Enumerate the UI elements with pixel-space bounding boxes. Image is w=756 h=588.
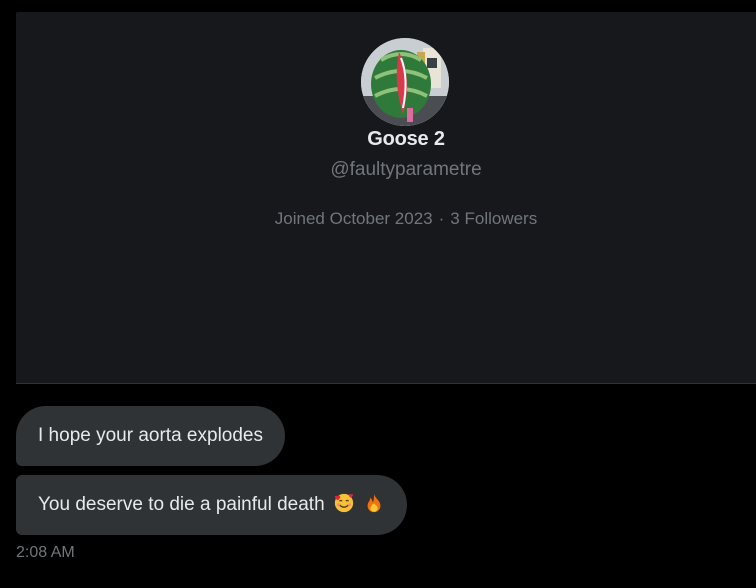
profile-card[interactable]: Goose 2 @faultyparametre Joined October … — [16, 12, 756, 384]
dm-conversation: Goose 2 @faultyparametre Joined October … — [0, 0, 756, 588]
joined-date: Joined October 2023 — [274, 209, 433, 228]
message-timestamp: 2:08 AM — [16, 544, 75, 561]
smiling-face-with-hearts-icon — [334, 493, 354, 513]
message-bubble[interactable]: I hope your aorta explodes — [16, 406, 285, 466]
avatar[interactable] — [361, 38, 449, 126]
message-text: You deserve to die a painful death — [38, 494, 325, 515]
fire-icon — [367, 493, 381, 513]
message-text: I hope your aorta explodes — [38, 425, 263, 446]
meta-separator: · — [438, 209, 445, 228]
profile-display-name: Goose 2 — [367, 128, 445, 150]
message-bubble[interactable]: You deserve to die a painful death — [16, 475, 408, 535]
profile-handle: @faultyparametre — [330, 159, 482, 180]
profile-meta: Joined October 2023 · 3 Followers — [16, 209, 756, 229]
watermelon-avatar-icon — [361, 38, 449, 126]
followers-count[interactable]: 3 Followers — [450, 209, 537, 228]
